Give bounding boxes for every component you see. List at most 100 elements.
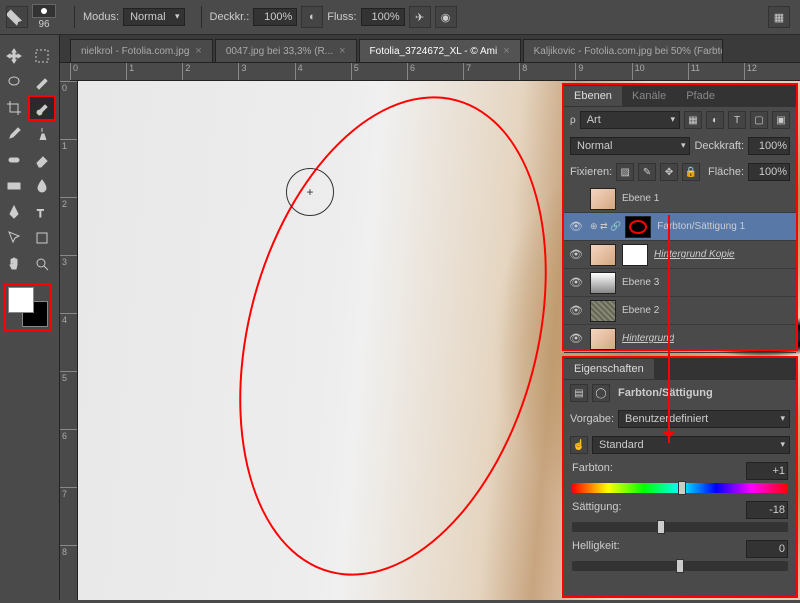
pressure-size-icon[interactable]: ◉	[435, 6, 457, 28]
close-icon[interactable]: ×	[195, 45, 201, 57]
sat-value[interactable]: -18	[746, 501, 788, 519]
range-select[interactable]: Standard	[592, 436, 790, 454]
flow-label: Fluss:	[327, 11, 356, 23]
blend-mode-select[interactable]: Normal	[123, 8, 184, 26]
visibility-icon[interactable]: 👁	[568, 303, 584, 319]
layer-thumb[interactable]	[590, 272, 616, 294]
move-tool[interactable]	[0, 43, 28, 69]
layer-row[interactable]: 👁⊕ ⇄ 🔗Farbton/Sättigung 1	[564, 213, 796, 241]
visibility-icon[interactable]: 👁	[568, 219, 584, 235]
filter-type-icon[interactable]: T	[728, 111, 746, 129]
crop-tool[interactable]	[0, 95, 28, 121]
blur-tool[interactable]	[28, 173, 56, 199]
sat-slider[interactable]	[572, 522, 788, 532]
flow-input[interactable]: 100%	[361, 8, 405, 26]
layer-thumb[interactable]	[590, 328, 616, 350]
layer-name[interactable]: Hintergrund Kopie	[654, 249, 735, 260]
airbrush-icon[interactable]: ✈	[409, 6, 431, 28]
layer-name[interactable]: Hintergrund	[622, 333, 674, 344]
eraser-tool[interactable]	[28, 147, 56, 173]
foreground-swatch[interactable]	[8, 287, 34, 313]
layer-row[interactable]: 👁 Hintergrund	[564, 325, 796, 353]
filter-image-icon[interactable]: ▦	[684, 111, 702, 129]
clone-tool[interactable]	[28, 121, 56, 147]
document-tab[interactable]: Kaljikovic - Fotolia.com.jpg bei 50% (Fa…	[523, 39, 723, 62]
brush-preset-picker[interactable]: 96	[32, 4, 56, 30]
visibility-icon[interactable]: 👁	[568, 247, 584, 263]
lock-trans-icon[interactable]: ▨	[616, 163, 634, 181]
lasso-tool[interactable]	[0, 69, 28, 95]
panel-tab[interactable]: Kanäle	[622, 86, 676, 106]
layers-panel-tabs: EbenenKanälePfade	[564, 85, 796, 107]
pressure-opacity-icon[interactable]: ◐	[301, 6, 323, 28]
layer-name[interactable]: Ebene 1	[622, 193, 659, 204]
lock-all-icon[interactable]: 🔒	[682, 163, 700, 181]
light-slider[interactable]	[572, 561, 788, 571]
document-tab[interactable]: nielkrol - Fotolia.com.jpg×	[70, 39, 213, 62]
eyedropper-tool[interactable]	[0, 121, 28, 147]
wand-tool[interactable]	[28, 69, 56, 95]
type-tool[interactable]: T	[28, 199, 56, 225]
shape-tool[interactable]	[28, 225, 56, 251]
adjustment-name: Farbton/Sättigung	[618, 387, 713, 399]
sat-thumb[interactable]	[657, 520, 665, 534]
mask-icon[interactable]: ◯	[592, 384, 610, 402]
lock-move-icon[interactable]: ✥	[660, 163, 678, 181]
hand-tool[interactable]	[0, 251, 28, 277]
vertical-ruler: 012345678	[60, 81, 78, 600]
properties-tab[interactable]: Eigenschaften	[564, 359, 654, 379]
color-swatches[interactable]	[8, 287, 48, 327]
layer-filter-select[interactable]: Art	[580, 111, 680, 129]
layer-thumb[interactable]	[590, 244, 616, 266]
layer-row[interactable]: 👁 Hintergrund Kopie	[564, 241, 796, 269]
layer-row[interactable]: Ebene 1	[564, 185, 796, 213]
visibility-icon[interactable]: 👁	[568, 331, 584, 347]
toolbox: T	[0, 35, 60, 600]
visibility-icon[interactable]	[568, 191, 584, 207]
layer-fill-input[interactable]: 100%	[748, 163, 790, 181]
light-value[interactable]: 0	[746, 540, 788, 558]
layer-name[interactable]: Farbton/Sättigung 1	[657, 221, 745, 232]
document-tab[interactable]: 0047.jpg bei 33,3% (R...×	[215, 39, 357, 62]
panel-toggle-icon[interactable]: ▦	[768, 6, 790, 28]
layer-name[interactable]: Ebene 2	[622, 305, 659, 316]
tool-preset-icon[interactable]	[6, 6, 28, 28]
hue-slider[interactable]	[572, 483, 788, 493]
panel-tab[interactable]: Ebenen	[564, 86, 622, 106]
zoom-tool[interactable]	[28, 251, 56, 277]
layer-row[interactable]: 👁 Ebene 2	[564, 297, 796, 325]
finger-icon[interactable]: ☝	[570, 436, 588, 454]
pen-tool[interactable]	[0, 199, 28, 225]
filter-adjust-icon[interactable]: ◐	[706, 111, 724, 129]
layer-opacity-input[interactable]: 100%	[748, 137, 790, 155]
preset-select[interactable]: Benutzerdefiniert	[618, 410, 790, 428]
filter-shape-icon[interactable]: ▢	[750, 111, 768, 129]
layer-blend-select[interactable]: Normal	[570, 137, 690, 155]
opacity-input[interactable]: 100%	[253, 8, 297, 26]
layer-thumb[interactable]	[590, 300, 616, 322]
light-label: Helligkeit:	[572, 540, 620, 558]
layer-name[interactable]: Ebene 3	[622, 277, 659, 288]
healing-tool[interactable]	[0, 147, 28, 173]
layer-row[interactable]: 👁 Ebene 3	[564, 269, 796, 297]
close-icon[interactable]: ×	[339, 45, 345, 57]
panel-tab[interactable]: Pfade	[676, 86, 725, 106]
layers-panel: EbenenKanälePfade ρ Art ▦ ◐ T ▢ ▣ Normal…	[562, 83, 798, 351]
layer-thumb[interactable]	[625, 216, 651, 238]
lock-paint-icon[interactable]: ✎	[638, 163, 656, 181]
brush-tool[interactable]	[28, 95, 56, 121]
visibility-icon[interactable]: 👁	[568, 275, 584, 291]
filter-smart-icon[interactable]: ▣	[772, 111, 790, 129]
marquee-tool[interactable]	[28, 43, 56, 69]
gradient-tool[interactable]	[0, 173, 28, 199]
close-icon[interactable]: ×	[503, 45, 509, 57]
path-select-tool[interactable]	[0, 225, 28, 251]
hue-thumb[interactable]	[678, 481, 686, 495]
light-thumb[interactable]	[676, 559, 684, 573]
adjustment-icon[interactable]: ▤	[570, 384, 588, 402]
layer-thumb[interactable]	[590, 188, 616, 210]
document-tab[interactable]: Fotolia_3724672_XL - © Ami×	[359, 39, 521, 62]
mask-thumb[interactable]	[622, 244, 648, 266]
hue-value[interactable]: +1	[746, 462, 788, 480]
preset-label: Vorgabe:	[570, 413, 614, 425]
